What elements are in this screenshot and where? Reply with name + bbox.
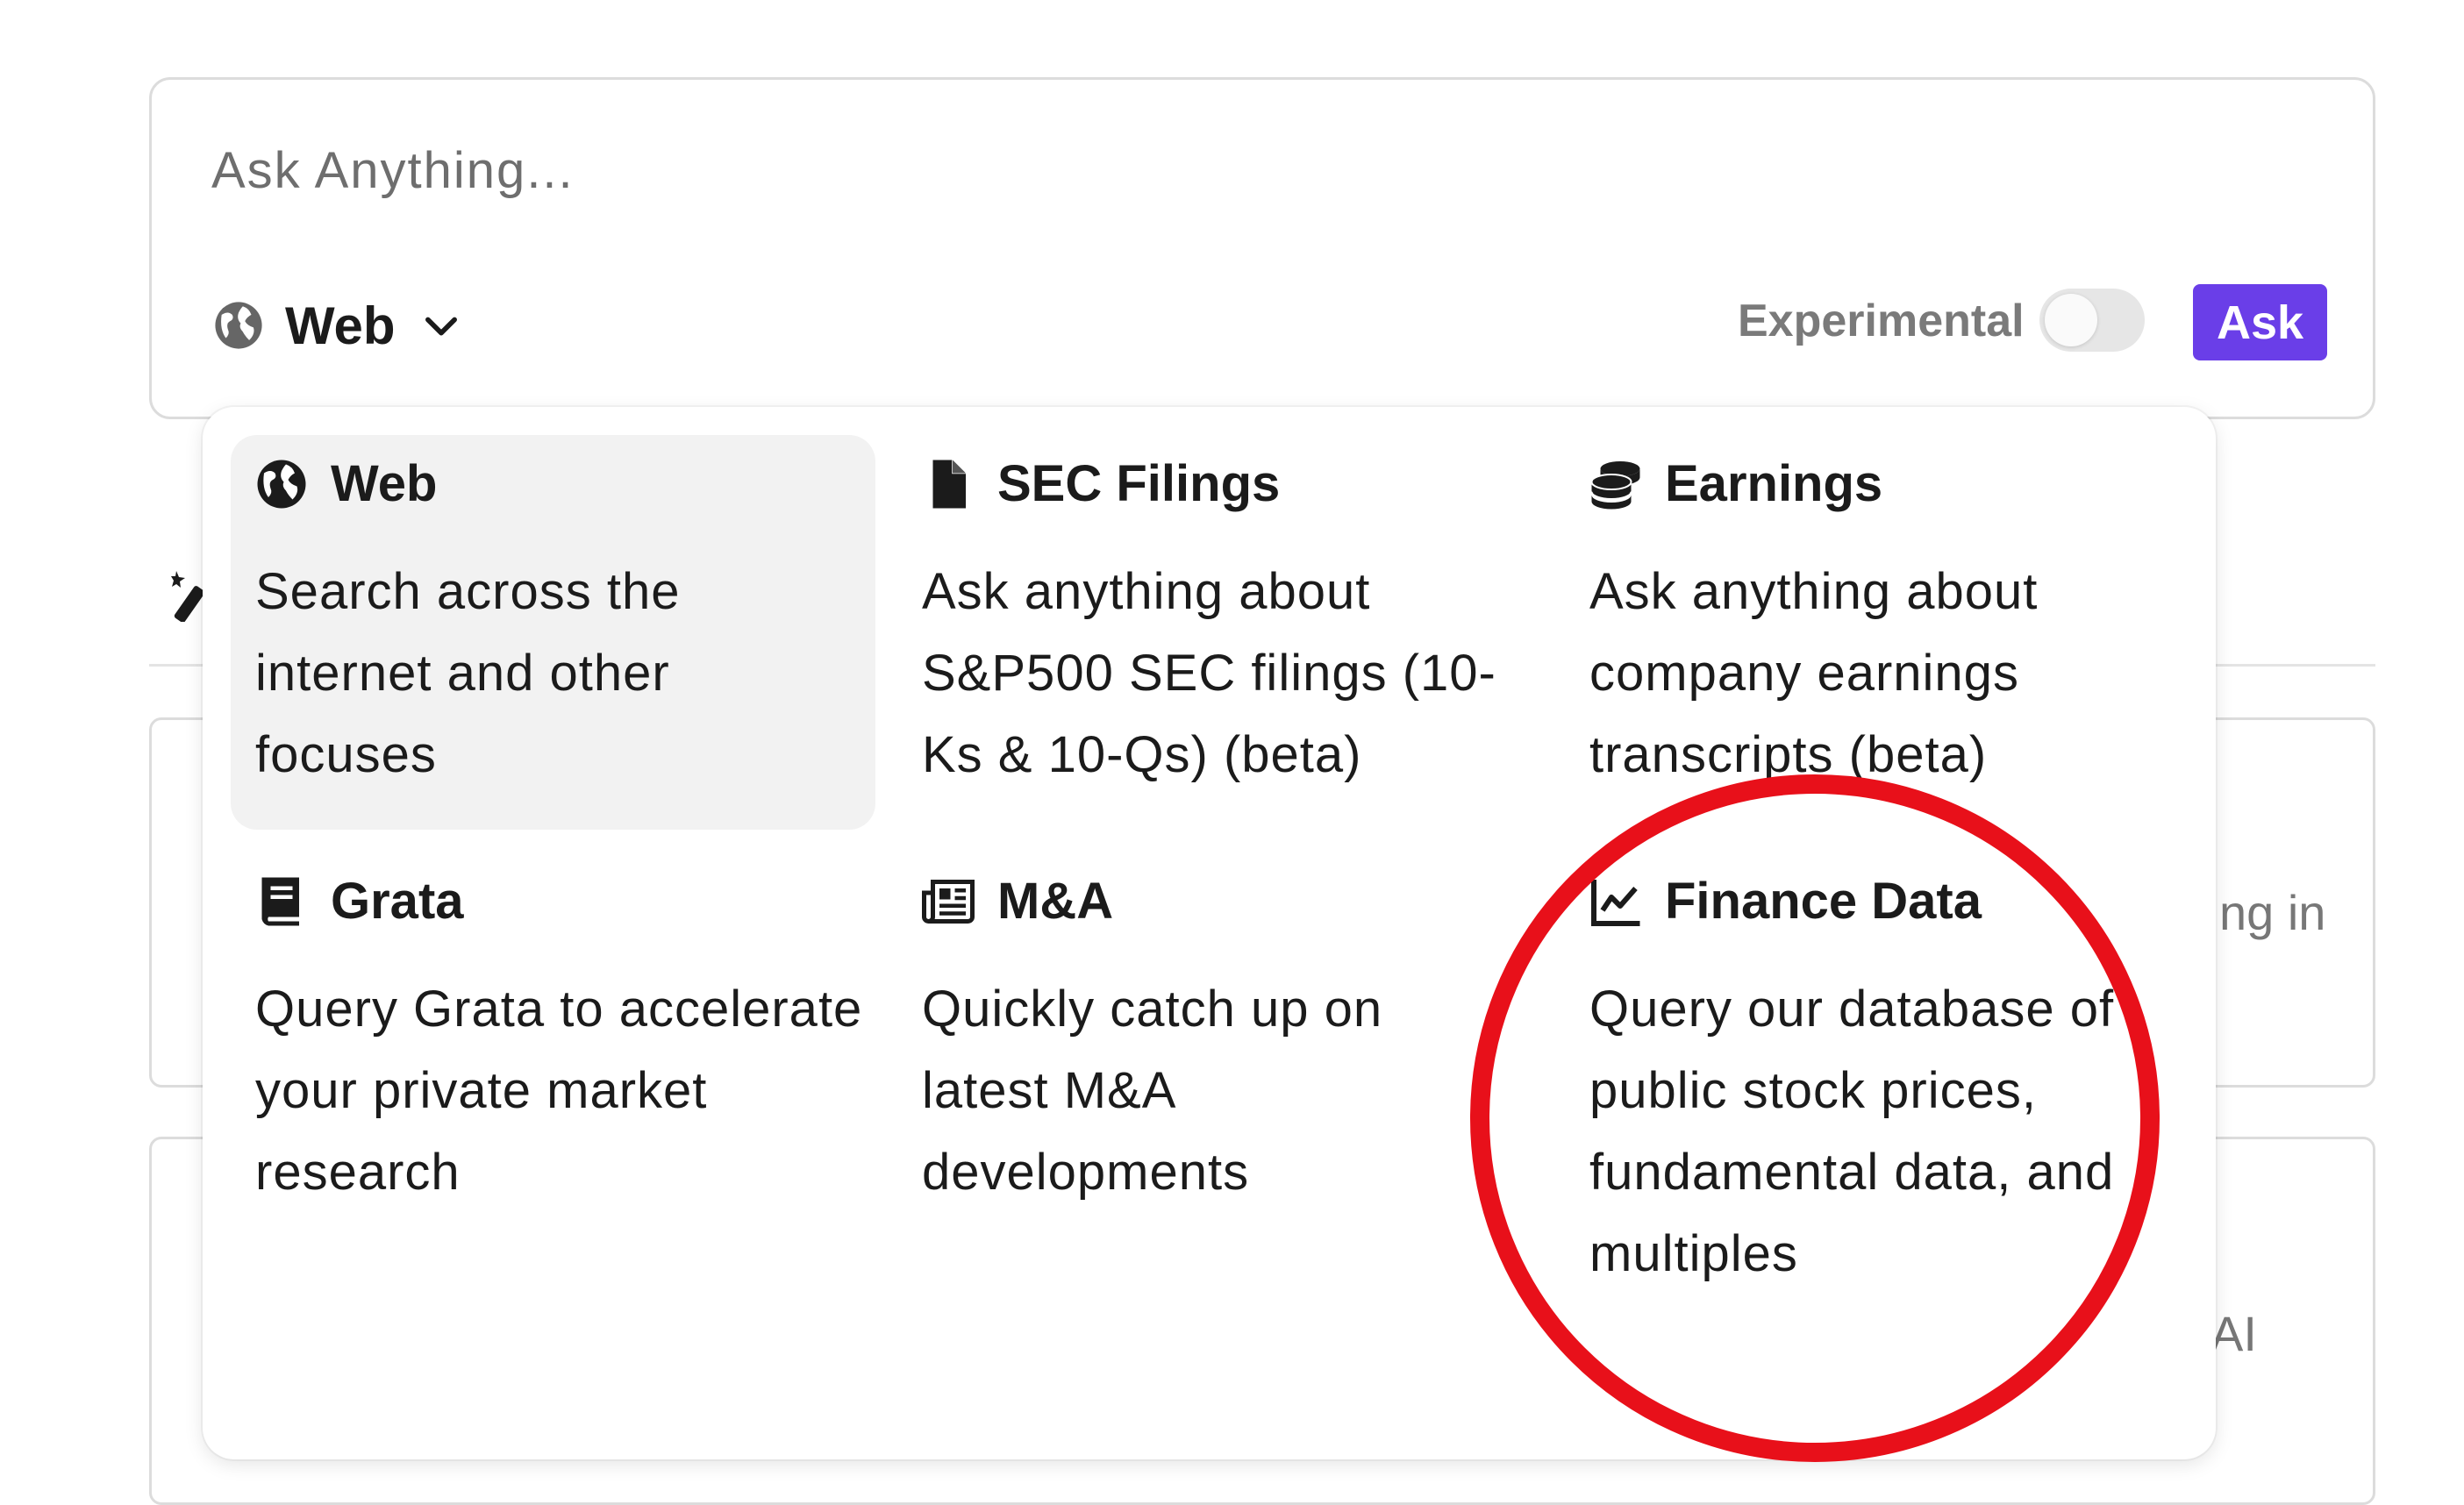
book-icon xyxy=(261,877,299,925)
option-description: Ask anything about S&P500 SEC filings (1… xyxy=(922,563,1496,783)
search-input[interactable] xyxy=(211,141,1878,200)
option-title: Web xyxy=(331,455,438,512)
newspaper-icon xyxy=(922,879,975,924)
toggle-knob xyxy=(2045,294,2097,346)
globe-icon xyxy=(257,460,306,508)
option-title: SEC Filings xyxy=(997,455,1281,512)
focus-option-m-and-a[interactable]: M&A Quickly catch up on latest M&A devel… xyxy=(897,852,1542,1291)
option-description: Quickly catch up on latest M&A developme… xyxy=(922,981,1383,1201)
annotation-circle xyxy=(1470,774,2160,1462)
focus-selector[interactable]: Web xyxy=(213,286,464,365)
focus-selector-label: Web xyxy=(285,296,396,355)
option-description: Query Grata to accelerate your private m… xyxy=(255,981,863,1201)
ask-button[interactable]: Ask xyxy=(2193,284,2327,360)
focus-option-sec-filings[interactable]: SEC Filings Ask anything about S&P500 SE… xyxy=(897,435,1542,830)
option-description: Ask anything about company earnings tran… xyxy=(1589,563,2039,783)
ask-box: Web Experimental Ask xyxy=(149,77,2375,419)
focus-option-earnings[interactable]: Earnings Ask anything about company earn… xyxy=(1565,435,2210,830)
option-description: Search across the internet and other foc… xyxy=(255,563,681,783)
option-title: Earnings xyxy=(1665,455,1883,512)
option-title: Grata xyxy=(331,873,464,930)
chevron-down-icon xyxy=(425,317,457,336)
experimental-label: Experimental xyxy=(1738,296,2025,346)
focus-option-grata[interactable]: Grata Query Grata to accelerate your pri… xyxy=(231,852,875,1291)
coins-icon xyxy=(1590,460,1640,509)
suggestion-text-fragment: ng in xyxy=(2219,885,2326,940)
experimental-toggle[interactable] xyxy=(2039,289,2145,352)
suggestion-text-fragment: AI xyxy=(2210,1306,2257,1361)
focus-option-web[interactable]: Web Search across the internet and other… xyxy=(231,435,875,830)
file-icon xyxy=(932,460,966,508)
option-title: M&A xyxy=(997,873,1114,930)
globe-icon xyxy=(215,302,262,349)
